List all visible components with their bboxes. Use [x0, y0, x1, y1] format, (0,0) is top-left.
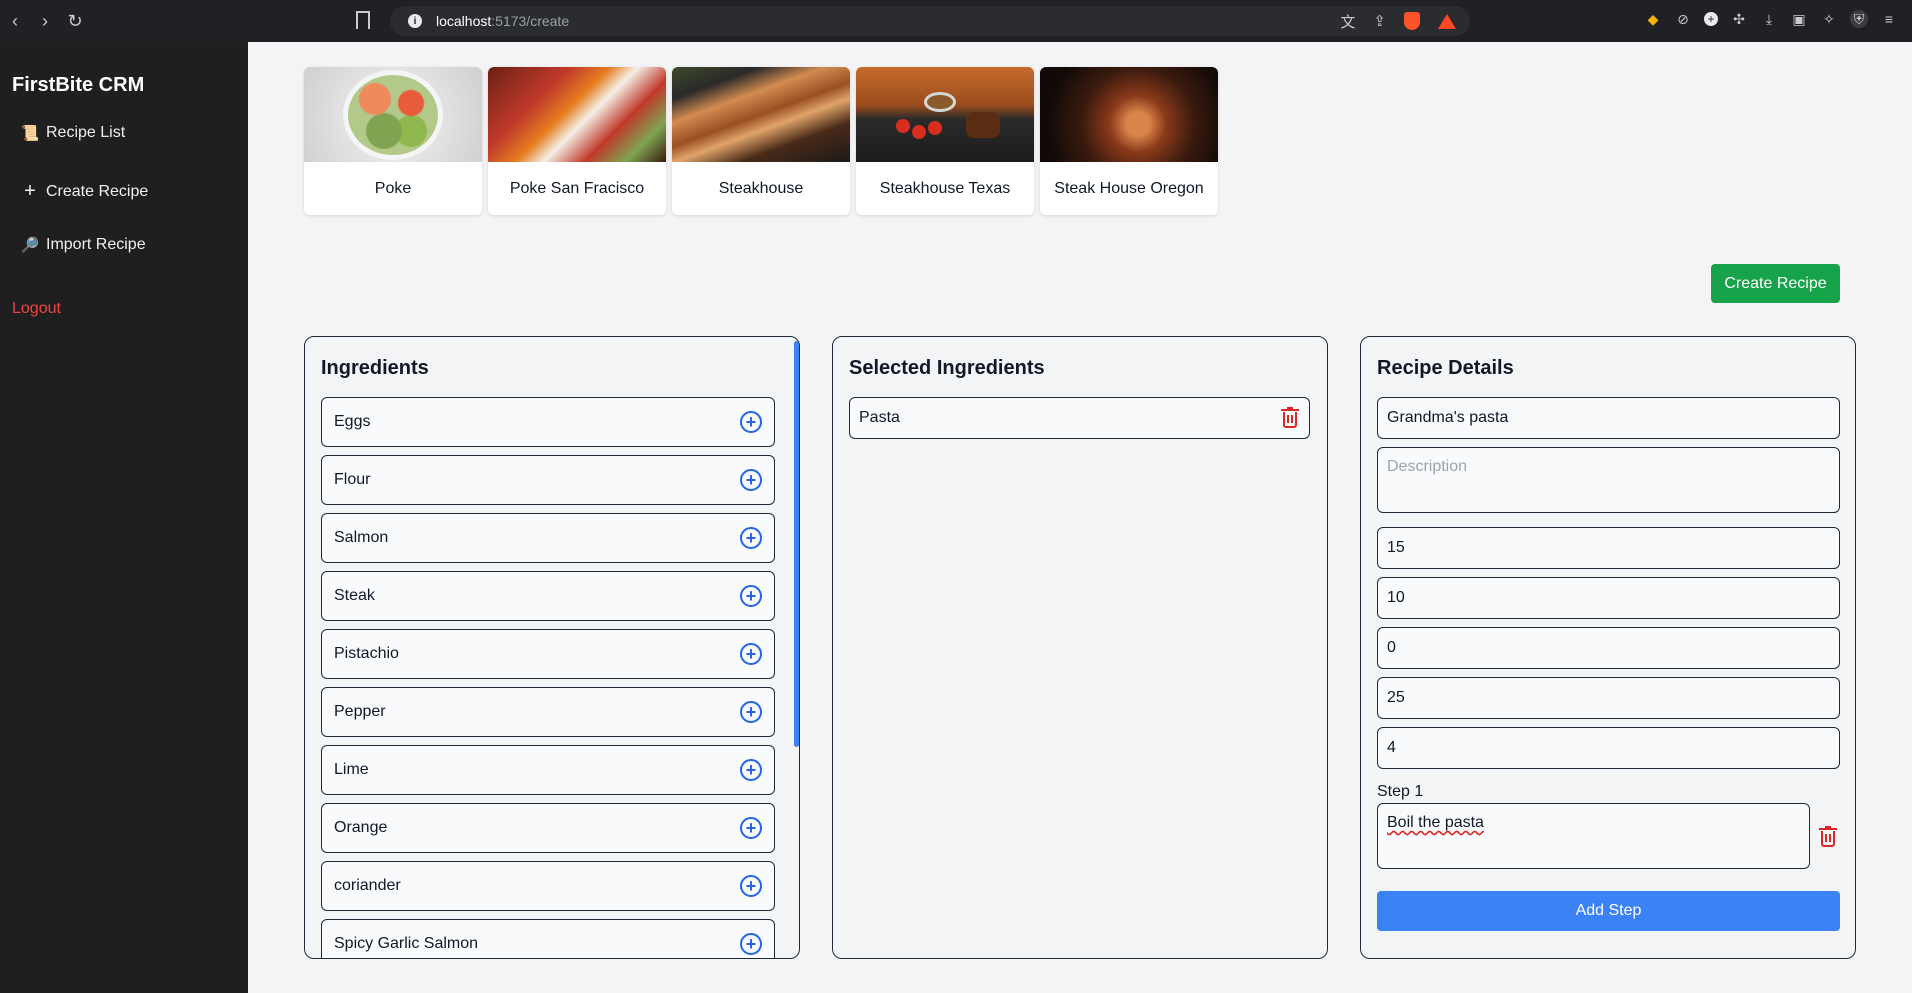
ingredient-item[interactable]: Orange + — [321, 803, 775, 853]
color-extension-icon[interactable]: ◆ — [1644, 10, 1662, 28]
download-icon[interactable]: ⤓ — [1760, 10, 1778, 28]
add-ingredient-icon[interactable]: + — [740, 527, 762, 549]
site-info-icon[interactable]: i — [408, 14, 422, 28]
recipe-field-4[interactable] — [1377, 677, 1840, 719]
ingredients-panel: Ingredients Eggs + Flour + Salmon + Steak + … — [304, 336, 800, 959]
brave-shields-icon[interactable] — [1404, 12, 1420, 30]
translate-icon[interactable]: 文 — [1340, 11, 1355, 32]
reload-icon[interactable]: ↻ — [60, 6, 90, 36]
extensions-icon[interactable]: ✣ — [1730, 10, 1748, 28]
sidebar-item-import-recipe[interactable]: 🔎 Import Recipe — [20, 236, 146, 254]
url-path: :5173/create — [491, 13, 570, 29]
forward-icon[interactable]: › — [30, 6, 60, 36]
recipe-image — [1040, 67, 1218, 162]
compass-icon[interactable]: ⊘ — [1674, 10, 1692, 28]
leo-ai-icon[interactable]: ✧ — [1820, 10, 1838, 28]
ingredient-item[interactable]: Spicy Garlic Salmon + — [321, 919, 775, 958]
selected-ingredients-panel: Selected Ingredients Pasta — [832, 336, 1328, 959]
brand-title: FirstBite CRM — [12, 74, 145, 96]
url-host: localhost — [436, 13, 492, 29]
step-label: Step 1 — [1377, 783, 1424, 800]
sidebar-item-label: Recipe List — [46, 124, 126, 141]
recipe-details-panel: Recipe Details Step 1 Boil the pasta Add… — [1360, 336, 1856, 959]
trash-icon[interactable] — [1819, 826, 1837, 848]
recipe-name: Poke — [374, 179, 412, 197]
recipe-card[interactable]: Poke — [304, 67, 482, 215]
add-ingredient-icon[interactable]: + — [740, 933, 762, 955]
recipe-field-3[interactable] — [1377, 627, 1840, 669]
ingredient-item[interactable]: Steak + — [321, 571, 775, 621]
selected-title: Selected Ingredients — [849, 357, 1045, 379]
trash-icon[interactable] — [1281, 407, 1299, 429]
recipe-image — [672, 67, 850, 162]
menu-icon[interactable]: ≡ — [1880, 10, 1898, 28]
step-input[interactable]: Boil the pasta — [1377, 803, 1810, 869]
back-icon[interactable]: ‹ — [0, 6, 30, 36]
recipe-name: Steakhouse — [718, 179, 804, 197]
share-icon[interactable]: ⇪ — [1373, 12, 1386, 30]
recipe-image — [856, 67, 1034, 162]
add-extension-icon[interactable]: + — [1704, 12, 1718, 26]
recipe-image — [304, 67, 482, 162]
recipe-image — [488, 67, 666, 162]
recipe-card[interactable]: Steak House Oregon — [1040, 67, 1218, 215]
ingredient-item[interactable]: Pepper + — [321, 687, 775, 737]
scrollbar[interactable] — [794, 341, 799, 747]
magnifier-icon: 🔎 — [20, 237, 40, 254]
logout-link[interactable]: Logout — [12, 300, 61, 318]
recipe-name: Steak House Oregon — [1054, 179, 1204, 197]
sidebar-item-create-recipe[interactable]: + Create Recipe — [22, 180, 148, 203]
create-recipe-button[interactable]: Create Recipe — [1711, 264, 1840, 303]
recipe-field-2[interactable] — [1377, 577, 1840, 619]
recipe-field-1[interactable] — [1377, 527, 1840, 569]
add-ingredient-icon[interactable]: + — [740, 817, 762, 839]
recipe-card[interactable]: Steakhouse Texas — [856, 67, 1034, 215]
scroll-icon: 📜 — [20, 125, 40, 142]
sidebar-item-label: Import Recipe — [46, 236, 146, 253]
add-ingredient-icon[interactable]: + — [740, 701, 762, 723]
recipe-name-input[interactable] — [1377, 397, 1840, 439]
brave-rewards-icon[interactable] — [1438, 13, 1456, 29]
ingredient-item[interactable]: Salmon + — [321, 513, 775, 563]
recipe-card[interactable]: Poke San Fracisco — [488, 67, 666, 215]
vpn-shield-icon[interactable]: ⛨ — [1850, 10, 1868, 28]
address-bar[interactable]: i localhost:5173/create 文 ⇪ — [390, 6, 1470, 36]
recipe-name: Poke San Fracisco — [509, 179, 645, 197]
description-input[interactable] — [1377, 447, 1840, 513]
add-ingredient-icon[interactable]: + — [740, 411, 762, 433]
add-ingredient-icon[interactable]: + — [740, 643, 762, 665]
plus-icon: + — [24, 180, 36, 202]
sidebar: FirstBite CRM 📜 Recipe List + Create Rec… — [0, 42, 248, 993]
recipe-name: Steakhouse Texas — [879, 179, 1011, 197]
ingredients-title: Ingredients — [321, 357, 429, 379]
add-ingredient-icon[interactable]: + — [740, 469, 762, 491]
add-ingredient-icon[interactable]: + — [740, 759, 762, 781]
selected-ingredient-item: Pasta — [849, 397, 1310, 439]
add-ingredient-icon[interactable]: + — [740, 875, 762, 897]
sidebar-item-label: Create Recipe — [46, 182, 149, 200]
ingredient-item[interactable]: Flour + — [321, 455, 775, 505]
details-title: Recipe Details — [1377, 357, 1514, 379]
ingredient-item[interactable]: Eggs + — [321, 397, 775, 447]
wallet-icon[interactable]: ▣ — [1790, 10, 1808, 28]
ingredient-item[interactable]: coriander + — [321, 861, 775, 911]
add-ingredient-icon[interactable]: + — [740, 585, 762, 607]
ingredient-item[interactable]: Lime + — [321, 745, 775, 795]
browser-toolbar: ‹ › ↻ i localhost:5173/create 文 ⇪ ◆ ⊘ + … — [0, 0, 1912, 42]
recipe-cards: Poke Poke San Fracisco Steakhouse Steakh… — [304, 67, 1218, 215]
add-step-button[interactable]: Add Step — [1377, 891, 1840, 931]
recipe-card[interactable]: Steakhouse — [672, 67, 850, 215]
bookmark-icon[interactable] — [356, 11, 370, 29]
ingredient-item[interactable]: Pistachio + — [321, 629, 775, 679]
recipe-field-5[interactable] — [1377, 727, 1840, 769]
sidebar-item-recipe-list[interactable]: 📜 Recipe List — [20, 124, 126, 142]
